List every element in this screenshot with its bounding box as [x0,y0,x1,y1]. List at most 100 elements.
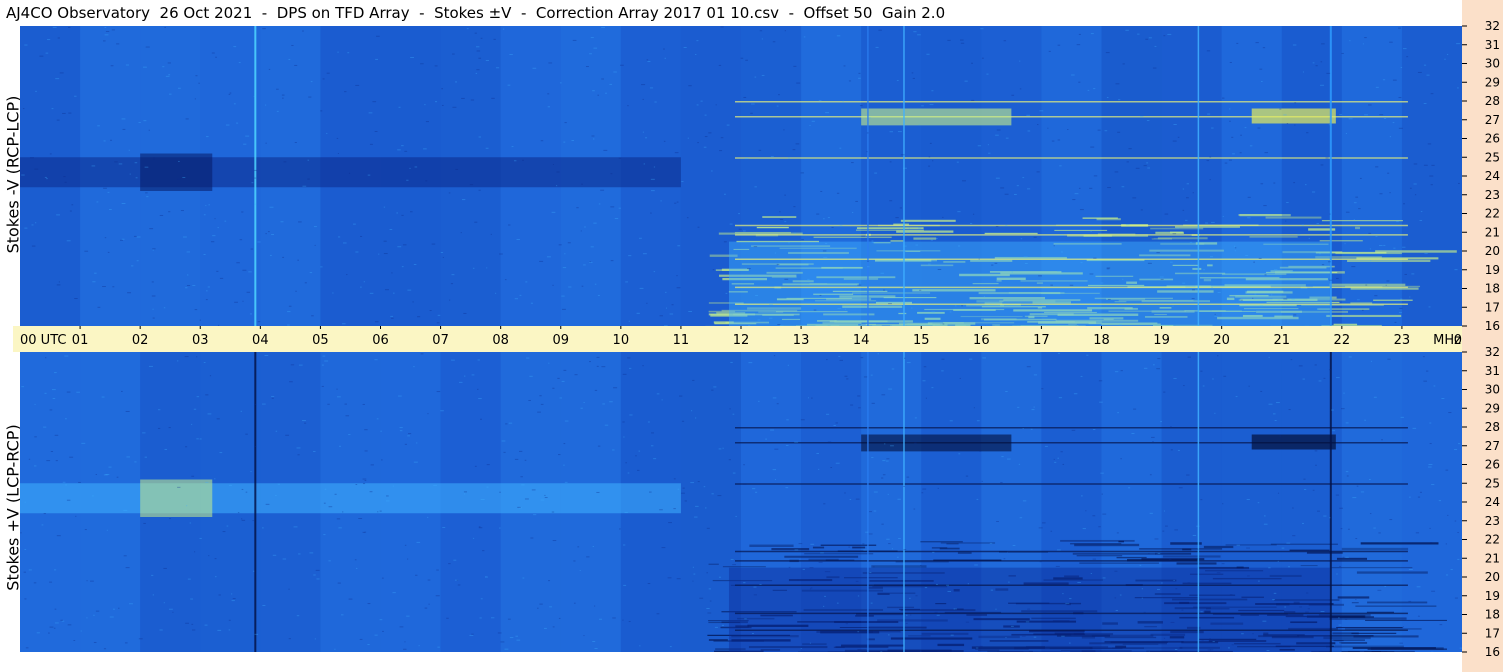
noise-speckle [196,356,198,358]
noise-speckle [348,598,353,600]
noise-speckle [62,481,66,483]
noise-speckle [136,260,139,262]
noise-speckle [214,558,217,560]
noise-speckle [800,419,805,421]
noise-speckle [392,485,394,487]
noise-speckle [917,34,921,36]
noise-speckle [44,176,47,178]
noise-speckle [249,313,253,315]
noise-speckle [92,281,96,283]
noise-speckle [873,510,877,512]
noise-speckle [236,262,240,264]
noise-speckle [237,512,240,514]
noise-speckle [978,258,980,260]
noise-speckle [478,57,482,59]
noise-speckle [735,515,737,517]
noise-speckle [86,580,88,582]
time-tick-label: 13 [793,333,810,348]
noise-speckle [1244,127,1247,129]
noise-speckle [863,376,868,378]
noise-speckle [981,480,983,482]
noise-speckle [159,629,163,631]
noise-speckle [870,602,873,604]
noise-speckle [1018,463,1021,465]
noise-speckle [1191,298,1195,300]
noise-speckle [433,484,437,486]
noise-speckle [836,35,841,37]
noise-speckle [1183,385,1185,387]
time-tick-label: 06 [372,333,389,348]
noise-speckle [414,166,418,168]
noise-speckle [288,305,292,307]
noise-speckle [726,124,730,126]
noise-speckle [375,58,378,60]
noise-speckle [609,83,613,85]
noise-speckle [1301,522,1305,524]
noise-speckle [647,583,651,585]
noise-speckle [598,618,603,620]
noise-speckle [1290,271,1294,273]
noise-speckle [1077,582,1081,584]
noise-speckle [530,537,534,539]
noise-speckle [308,96,312,98]
noise-speckle [360,235,363,237]
bottom-margin [0,652,1462,672]
noise-speckle [1245,255,1249,257]
noise-speckle [123,509,128,511]
noise-speckle [1205,222,1209,224]
noise-speckle [1379,114,1384,116]
noise-speckle [1222,215,1224,217]
noise-speckle [612,617,616,619]
noise-speckle [651,190,655,192]
noise-speckle [1445,543,1447,545]
noise-speckle [442,526,446,528]
noise-speckle [452,53,455,55]
noise-speckle [622,619,624,621]
noise-speckle [660,200,662,202]
noise-speckle [338,527,342,529]
noise-speckle [95,610,100,612]
noise-speckle [1037,124,1039,126]
noise-speckle [253,95,256,97]
noise-speckle [642,253,647,255]
noise-speckle [921,105,924,107]
noise-speckle [207,413,212,415]
noise-speckle [31,245,36,247]
noise-speckle [1273,592,1277,594]
noise-speckle [901,108,904,110]
noise-speckle [1047,127,1049,129]
noise-speckle [855,200,858,202]
activity-streak [1225,544,1277,546]
noise-speckle [24,44,28,46]
noise-speckle [334,493,337,495]
noise-speckle [937,268,942,270]
noise-speckle [407,558,409,560]
noise-speckle [552,387,555,389]
noise-speckle [54,434,59,436]
noise-speckle [1293,182,1296,184]
noise-speckle [104,26,107,28]
noise-speckle [1147,167,1150,169]
noise-speckle [1207,113,1211,115]
noise-speckle [748,362,753,364]
noise-speckle [757,319,761,321]
noise-speckle [794,232,796,234]
noise-speckle [524,459,527,461]
noise-speckle [589,361,591,363]
noise-speckle [1182,188,1185,190]
noise-speckle [499,491,501,493]
noise-speckle [275,430,278,432]
time-tick-label: 10 [613,333,630,348]
noise-speckle [214,478,216,480]
noise-speckle [1381,439,1383,441]
noise-speckle [681,420,685,422]
noise-speckle [1352,497,1357,499]
noise-speckle [583,401,585,403]
noise-speckle [66,240,71,242]
noise-speckle [425,180,428,182]
noise-speckle [1115,83,1120,85]
noise-speckle [1378,245,1383,247]
noise-speckle [809,588,812,590]
vertical-interference [903,26,905,326]
noise-speckle [277,483,280,485]
